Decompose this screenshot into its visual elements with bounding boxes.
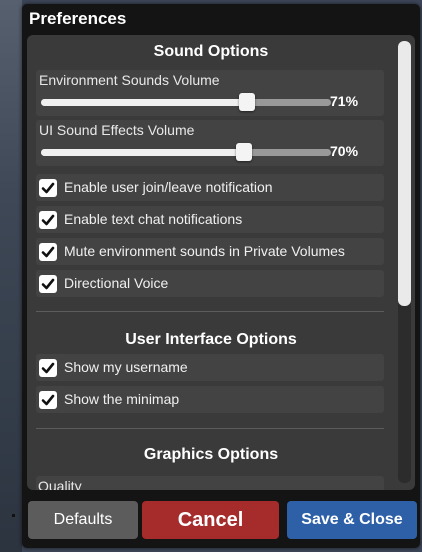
ui-volume-thumb[interactable] [236,143,252,161]
graphics-options-title: Graphics Options [143,446,279,463]
defaults-button[interactable]: Defaults [28,501,138,539]
scroll-area[interactable]: Sound Options Environment Sounds Volume … [27,35,395,490]
show-username-label: Show my username [64,359,188,375]
mute-private-volumes-checkbox[interactable] [39,243,57,261]
cancel-button[interactable]: Cancel [142,501,279,539]
ui-volume-slider[interactable] [41,143,331,161]
vertical-scrollbar[interactable] [398,41,411,483]
show-minimap-row[interactable]: Show the minimap [36,386,384,413]
section-divider [36,311,384,312]
directional-voice-row[interactable]: Directional Voice [36,270,384,297]
ui-volume-fill [41,149,244,156]
ui-volume-value: 70% [330,143,359,159]
text-chat-notification-row[interactable]: Enable text chat notifications [36,206,384,233]
mute-private-volumes-label: Mute environment sounds in Private Volum… [64,243,345,259]
save-close-button[interactable]: Save & Close [287,501,417,539]
checkmark-icon [41,362,55,374]
join-leave-notification-row[interactable]: Enable user join/leave notification [36,174,384,201]
show-minimap-label: Show the minimap [64,391,180,407]
section-divider [36,428,384,429]
directional-voice-checkbox[interactable] [39,275,57,293]
environment-volume-row: Environment Sounds Volume 71% [36,70,384,116]
preferences-window: Preferences Sound Options Environment So… [22,4,420,548]
mute-private-volumes-row[interactable]: Mute environment sounds in Private Volum… [36,238,384,265]
join-leave-notification-label: Enable user join/leave notification [64,179,273,195]
text-chat-notification-label: Enable text chat notifications [64,211,243,227]
directional-voice-label: Directional Voice [64,275,169,291]
checkmark-icon [41,394,55,406]
show-minimap-checkbox[interactable] [39,391,57,409]
quality-label: Quality [38,478,82,490]
environment-volume-fill [41,99,247,106]
checkmark-icon [41,278,55,290]
environment-volume-value: 71% [330,93,359,109]
environment-volume-label: Environment Sounds Volume [39,72,220,88]
ui-volume-label: UI Sound Effects Volume [39,122,195,138]
environment-volume-slider[interactable] [41,93,331,111]
sound-options-title: Sound Options [153,43,269,60]
scrollbar-thumb[interactable] [398,41,411,306]
user-interface-options-title: User Interface Options [125,331,297,348]
environment-volume-thumb[interactable] [239,93,255,111]
window-title: Preferences [29,9,127,28]
background-scene [0,0,22,552]
show-username-row[interactable]: Show my username [36,354,384,381]
text-chat-notification-checkbox[interactable] [39,211,57,229]
show-username-checkbox[interactable] [39,359,57,377]
checkmark-icon [41,182,55,194]
cursor-dot [12,514,15,517]
checkmark-icon [41,246,55,258]
preferences-panel: Sound Options Environment Sounds Volume … [27,35,415,490]
quality-row[interactable]: Quality [36,476,384,490]
checkmark-icon [41,214,55,226]
ui-volume-row: UI Sound Effects Volume 70% [36,120,384,166]
join-leave-notification-checkbox[interactable] [39,179,57,197]
